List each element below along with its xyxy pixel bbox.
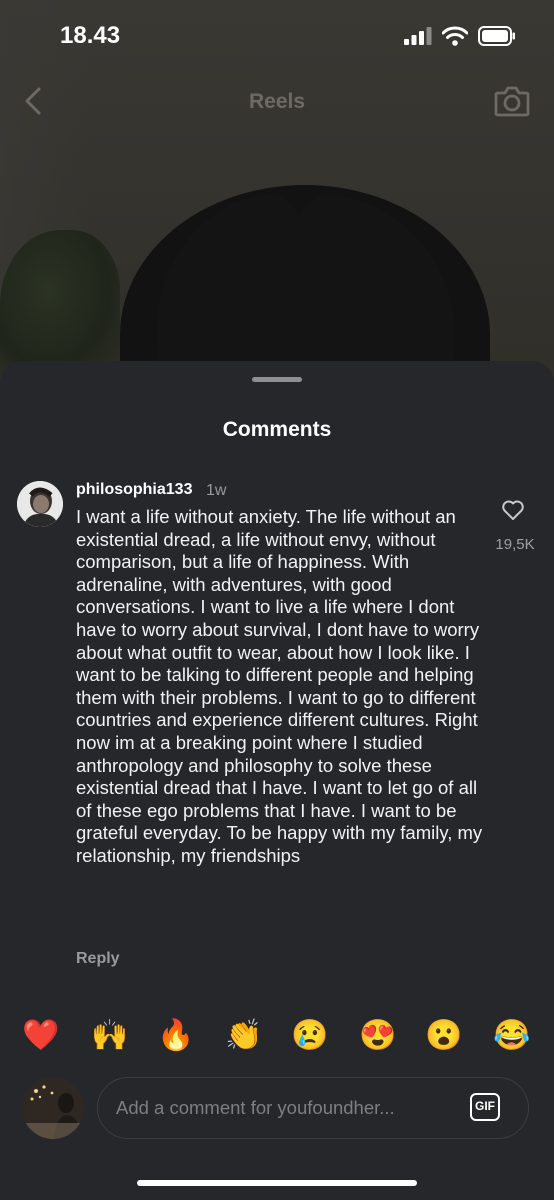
emoji-heart-eyes[interactable]: 😍 bbox=[356, 1016, 400, 1056]
sheet-drag-handle[interactable] bbox=[252, 377, 302, 382]
emoji-laughing[interactable]: 😂 bbox=[490, 1016, 534, 1056]
status-icons bbox=[404, 26, 516, 46]
emoji-reaction-bar: ❤️ 🙌 🔥 👏 😢 😍 😮 😂 bbox=[0, 1016, 554, 1056]
avatar-photo bbox=[17, 481, 63, 527]
top-bar: Reels bbox=[0, 80, 554, 124]
emoji-clapping[interactable]: 👏 bbox=[222, 1016, 266, 1056]
comments-sheet: Comments philosophia133 1w I want a life… bbox=[0, 361, 554, 1200]
emoji-heart[interactable]: ❤️ bbox=[19, 1016, 63, 1056]
emoji-fire[interactable]: 🔥 bbox=[154, 1016, 198, 1056]
current-user-avatar[interactable] bbox=[22, 1077, 84, 1139]
emoji-surprised[interactable]: 😮 bbox=[422, 1016, 466, 1056]
heart-icon[interactable] bbox=[501, 499, 525, 521]
comment-time-ago: 1w bbox=[206, 482, 227, 499]
sheet-title: Comments bbox=[222, 418, 332, 441]
comment-text: I want a life without anxiety. The life … bbox=[76, 506, 483, 866]
home-indicator[interactable] bbox=[137, 1180, 417, 1186]
battery-icon bbox=[478, 26, 515, 46]
background-plant bbox=[0, 230, 120, 380]
commenter-avatar[interactable] bbox=[17, 481, 63, 527]
status-bar: 18.43 bbox=[0, 0, 554, 70]
camera-icon[interactable] bbox=[494, 84, 530, 118]
like-count: 19,5K bbox=[495, 536, 535, 553]
wifi-icon bbox=[442, 26, 468, 46]
comment-username[interactable]: philosophia133 bbox=[76, 481, 192, 499]
signal-icon bbox=[404, 27, 432, 45]
avatar-photo bbox=[22, 1077, 84, 1139]
video-person-hair-right bbox=[281, 191, 469, 389]
gif-button[interactable]: GIF bbox=[470, 1093, 500, 1121]
comment-input-placeholder: Add a comment for youfoundher... bbox=[116, 1097, 395, 1118]
status-time: 18.43 bbox=[60, 22, 121, 49]
emoji-crying[interactable]: 😢 bbox=[288, 1016, 332, 1056]
page-title: Reels bbox=[248, 90, 306, 113]
comment-input[interactable]: Add a comment for youfoundher... GIF bbox=[97, 1077, 529, 1139]
emoji-raised-hands[interactable]: 🙌 bbox=[88, 1016, 132, 1056]
reply-button[interactable]: Reply bbox=[76, 950, 120, 968]
